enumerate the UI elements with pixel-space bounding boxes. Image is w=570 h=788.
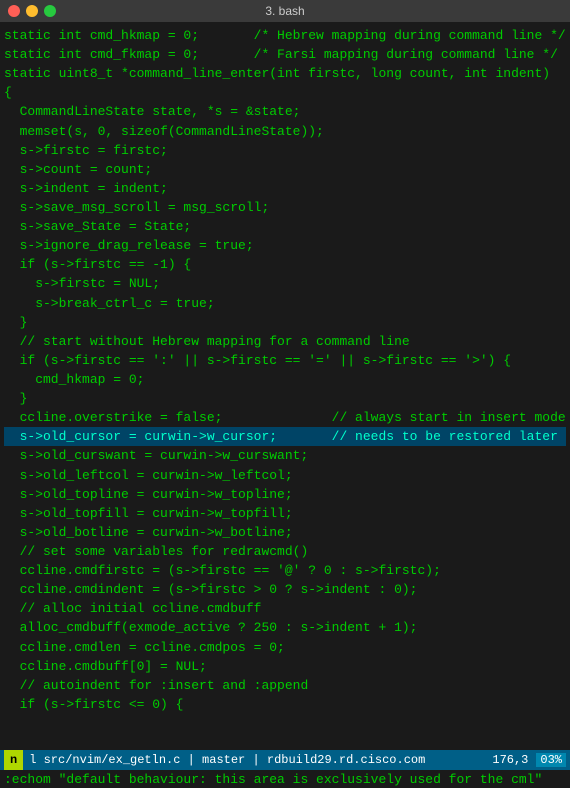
code-line: s->old_cursor = curwin->w_cursor; // nee…	[4, 427, 566, 446]
code-line: s->ignore_drag_release = true;	[4, 236, 566, 255]
code-line: // autoindent for :insert and :append	[4, 676, 566, 695]
code-line: if (s->firstc <= 0) {	[4, 695, 566, 714]
code-line: cmd_hkmap = 0;	[4, 370, 566, 389]
code-line: s->old_botline = curwin->w_botline;	[4, 523, 566, 542]
file-info: l src/nvim/ex_getln.c | master | rdbuild…	[23, 753, 488, 767]
code-line: // start without Hebrew mapping for a co…	[4, 332, 566, 351]
minimize-button[interactable]	[26, 5, 38, 17]
git-branch: master	[202, 753, 245, 767]
code-line: ccline.cmdlen = ccline.cmdpos = 0;	[4, 638, 566, 657]
file-path: l src/nvim/ex_getln.c	[29, 753, 180, 767]
code-line: s->count = count;	[4, 160, 566, 179]
title-bar: 3. bash	[0, 0, 570, 22]
branch-separator: |	[188, 753, 202, 767]
code-line: alloc_cmdbuff(exmode_active ? 250 : s->i…	[4, 618, 566, 637]
cmd-text: :echom "default behaviour: this area is …	[4, 772, 542, 787]
code-line: static int cmd_hkmap = 0; /* Hebrew mapp…	[4, 26, 566, 45]
code-line: static int cmd_fkmap = 0; /* Farsi mappi…	[4, 45, 566, 64]
code-line: ccline.overstrike = false; // always sta…	[4, 408, 566, 427]
editor-area[interactable]: static int cmd_hkmap = 0; /* Hebrew mapp…	[0, 22, 570, 750]
right-info: 176,3 03%	[488, 753, 566, 767]
code-line: ccline.cmdbuff[0] = NUL;	[4, 657, 566, 676]
code-line: s->firstc = NUL;	[4, 274, 566, 293]
code-line: static uint8_t *command_line_enter(int f…	[4, 64, 566, 83]
window-buttons	[8, 5, 56, 17]
code-line: s->firstc = firstc;	[4, 141, 566, 160]
code-line: CommandLineState state, *s = &state;	[4, 102, 566, 121]
vim-mode: n	[4, 750, 23, 770]
server-name: rdbuild29.rd.cisco.com	[267, 753, 425, 767]
code-line: s->break_ctrl_c = true;	[4, 294, 566, 313]
code-line: ccline.cmdindent = (s->firstc > 0 ? s->i…	[4, 580, 566, 599]
close-button[interactable]	[8, 5, 20, 17]
maximize-button[interactable]	[44, 5, 56, 17]
code-line: s->save_msg_scroll = msg_scroll;	[4, 198, 566, 217]
code-line: // set some variables for redrawcmd()	[4, 542, 566, 561]
code-line: }	[4, 313, 566, 332]
code-line: s->old_topfill = curwin->w_topfill;	[4, 504, 566, 523]
code-line: // alloc initial ccline.cmdbuff	[4, 599, 566, 618]
code-line: if (s->firstc == -1) {	[4, 255, 566, 274]
code-line: s->save_State = State;	[4, 217, 566, 236]
code-line: ccline.cmdfirstc = (s->firstc == '@' ? 0…	[4, 561, 566, 580]
code-line: s->old_curswant = curwin->w_curswant;	[4, 446, 566, 465]
cmd-line: :echom "default behaviour: this area is …	[0, 770, 570, 788]
code-line: }	[4, 389, 566, 408]
server-separator: |	[252, 753, 266, 767]
code-line: s->old_topline = curwin->w_topline;	[4, 485, 566, 504]
scroll-percent: 03%	[536, 753, 566, 767]
code-line: memset(s, 0, sizeof(CommandLineState));	[4, 122, 566, 141]
code-line: s->old_leftcol = curwin->w_leftcol;	[4, 466, 566, 485]
window-title: 3. bash	[265, 4, 304, 18]
code-container: static int cmd_hkmap = 0; /* Hebrew mapp…	[4, 26, 566, 714]
code-line: s->indent = indent;	[4, 179, 566, 198]
code-line: {	[4, 83, 566, 102]
code-line: if (s->firstc == ':' || s->firstc == '='…	[4, 351, 566, 370]
cursor-position: 176,3	[488, 753, 532, 767]
status-bar: n l src/nvim/ex_getln.c | master | rdbui…	[0, 750, 570, 770]
